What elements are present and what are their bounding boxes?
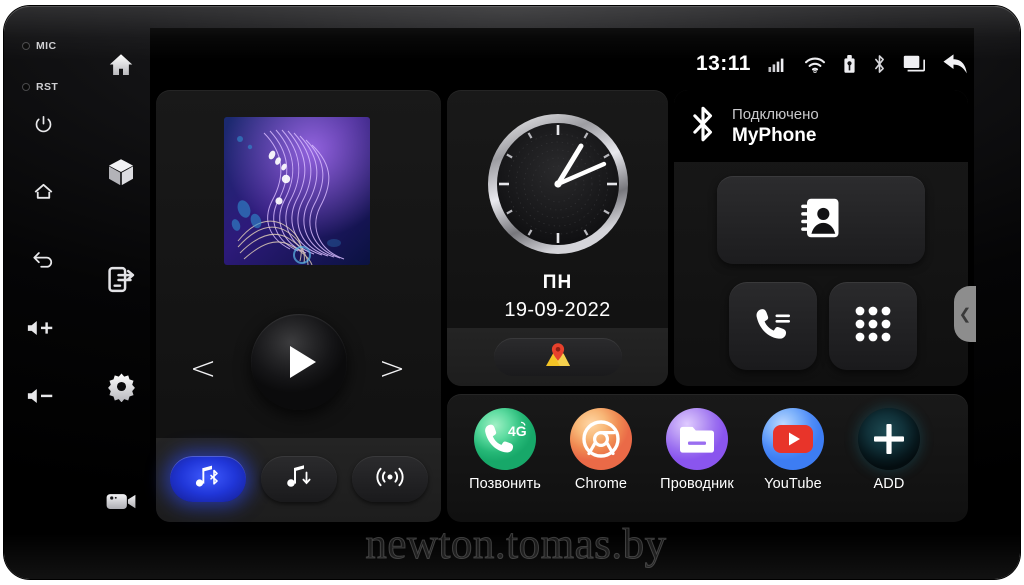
svg-text:4G: 4G: [508, 423, 527, 439]
radio-waves-icon: [374, 465, 406, 494]
prev-track-button[interactable]: <: [180, 345, 226, 391]
app-youtube[interactable]: YouTube: [745, 408, 841, 492]
back-arrow-icon: [31, 248, 55, 270]
source-bluetooth-music[interactable]: [170, 456, 246, 502]
music-bluetooth-icon: [193, 464, 223, 495]
sidebar-item-apps[interactable]: [100, 151, 142, 193]
status-bar: 13:11: [696, 48, 968, 80]
clock-date-block: ПН 19-09-2022: [447, 272, 668, 322]
back-icon[interactable]: [942, 53, 968, 75]
app-label: YouTube: [764, 476, 822, 492]
bluetooth-icon: [690, 105, 716, 148]
dialpad-icon: [854, 305, 892, 348]
app-add[interactable]: ADD: [841, 408, 937, 492]
mic-label: MIC: [36, 40, 57, 52]
hardware-bezel: MIC RST: [4, 6, 90, 579]
usb-icon[interactable]: [843, 54, 856, 74]
bt-dialpad-button[interactable]: [829, 282, 917, 370]
app-sidebar: [92, 34, 150, 554]
play-icon: [289, 346, 316, 378]
youtube-icon: [762, 408, 824, 470]
head-unit-device: MIC RST 13:11 < > ПН 19-09-2022 Подключе…: [4, 6, 1020, 579]
clock-widget[interactable]: ПН 19-09-2022: [447, 90, 668, 386]
volume-up-icon: [26, 318, 56, 338]
home-outline-icon: [32, 180, 55, 203]
source-usb-music[interactable]: [261, 456, 337, 502]
mic-hole: [22, 42, 30, 50]
edge-pull-tab[interactable]: ❮: [954, 286, 976, 342]
volume-down-icon: [26, 386, 56, 406]
sidebar-item-screen-mirror[interactable]: [100, 258, 142, 300]
app-provodnik[interactable]: Проводник: [649, 408, 745, 492]
screen: 13:11 < > ПН 19-09-2022 Подключено MyPho…: [150, 28, 976, 528]
bt-call-log-button[interactable]: [729, 282, 817, 370]
folder-icon: [666, 408, 728, 470]
album-art[interactable]: [224, 117, 370, 265]
app-label: Chrome: [574, 476, 628, 492]
signal-icon[interactable]: [768, 56, 787, 73]
bluetooth-icon[interactable]: [873, 54, 886, 74]
bluetooth-widget: Подключено MyPhone: [674, 90, 968, 386]
cube-icon: [105, 156, 137, 188]
sidebar-item-settings[interactable]: [100, 365, 142, 407]
day-of-week: ПН: [542, 272, 573, 293]
power-button[interactable]: [26, 107, 60, 141]
bluetooth-text-block: Подключено MyPhone: [732, 106, 819, 147]
date-text: 19-09-2022: [504, 299, 611, 321]
back-hard-button[interactable]: [26, 242, 60, 276]
maps-button[interactable]: [493, 338, 622, 376]
source-radio[interactable]: [352, 456, 428, 502]
bt-contacts-button[interactable]: [717, 176, 925, 264]
chrome-icon: [570, 408, 632, 470]
maps-row: [447, 328, 668, 386]
app-chrome[interactable]: Chrome: [553, 408, 649, 492]
reset-indicator[interactable]: RST: [22, 81, 58, 93]
map-pin-icon: [540, 341, 576, 374]
power-icon: [33, 114, 54, 135]
app-dock: 4G Позвонить Chrome Проводник YouTube AD…: [447, 394, 968, 522]
phone-4g-icon: 4G: [474, 408, 536, 470]
sidebar-item-home[interactable]: [100, 44, 142, 86]
music-usb-icon: [285, 464, 313, 495]
watermark: newton.tomas.by: [365, 521, 667, 569]
plus-icon: [858, 408, 920, 470]
app-label: Проводник: [660, 476, 734, 492]
home-icon: [106, 50, 136, 80]
media-source-bar: [156, 438, 441, 522]
bluetooth-device-name: MyPhone: [732, 124, 817, 146]
recents-icon[interactable]: [903, 55, 925, 73]
prev-icon: <: [189, 349, 217, 387]
call-log-icon: [754, 306, 792, 347]
analog-clock: [482, 108, 634, 260]
sidebar-item-dashcam[interactable]: [100, 480, 142, 522]
gear-icon: [106, 371, 137, 402]
bluetooth-status: Подключено: [732, 105, 819, 123]
bluetooth-header: Подключено MyPhone: [674, 90, 968, 162]
wifi-icon[interactable]: [804, 56, 826, 73]
contacts-book-icon: [801, 197, 841, 244]
app-label: Позвонить: [469, 476, 541, 492]
app-label: ADD: [873, 476, 905, 492]
volume-down-button[interactable]: [24, 379, 58, 413]
next-icon: >: [378, 349, 406, 387]
phone-link-icon: [106, 264, 137, 295]
reset-label: RST: [36, 81, 59, 93]
media-panel: < >: [156, 90, 441, 522]
chevron-left-icon: ❮: [958, 306, 972, 323]
app-pozvonit[interactable]: 4G Позвонить: [457, 408, 553, 492]
home-hard-button[interactable]: [26, 174, 60, 208]
video-camera-icon: [105, 488, 137, 514]
reset-hole[interactable]: [22, 83, 30, 91]
next-track-button[interactable]: >: [369, 345, 415, 391]
mic-indicator: MIC: [22, 40, 56, 52]
volume-up-button[interactable]: [24, 311, 58, 345]
play-pause-button[interactable]: [251, 314, 347, 410]
status-clock: 13:11: [695, 52, 751, 75]
